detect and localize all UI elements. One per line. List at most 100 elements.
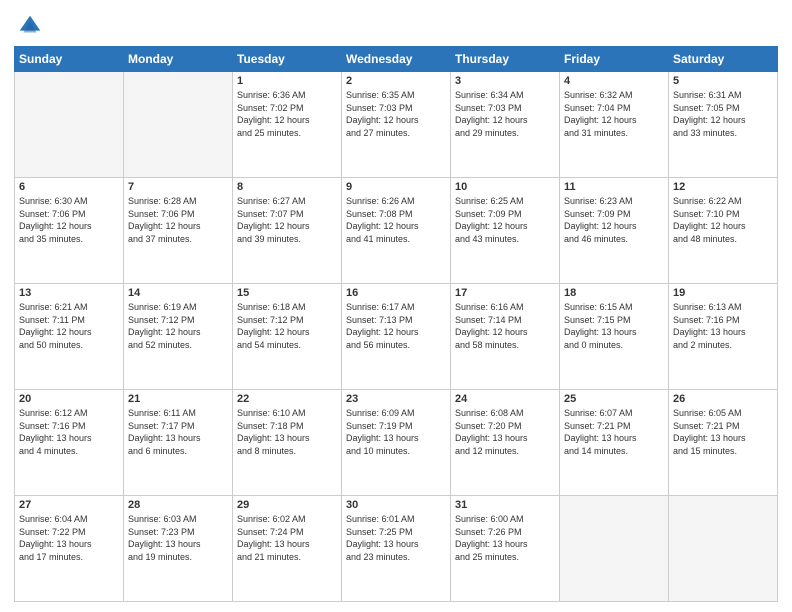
day-number: 24 bbox=[455, 393, 555, 405]
calendar-header-row: SundayMondayTuesdayWednesdayThursdayFrid… bbox=[15, 47, 778, 72]
day-number: 31 bbox=[455, 499, 555, 511]
logo bbox=[14, 12, 44, 40]
calendar-cell bbox=[669, 496, 778, 602]
day-number: 28 bbox=[128, 499, 228, 511]
day-number: 25 bbox=[564, 393, 664, 405]
day-number: 13 bbox=[19, 287, 119, 299]
calendar-cell: 28 Sunrise: 6:03 AM Sunset: 7:23 PM Dayli… bbox=[124, 496, 233, 602]
calendar-day-header: Monday bbox=[124, 47, 233, 72]
calendar-week-row: 20 Sunrise: 6:12 AM Sunset: 7:16 PM Dayli… bbox=[15, 390, 778, 496]
calendar-body: 1 Sunrise: 6:36 AM Sunset: 7:02 PM Daylig… bbox=[15, 72, 778, 602]
day-number: 22 bbox=[237, 393, 337, 405]
day-number: 1 bbox=[237, 75, 337, 87]
calendar-cell: 31 Sunrise: 6:00 AM Sunset: 7:26 PM Dayli… bbox=[451, 496, 560, 602]
day-number: 4 bbox=[564, 75, 664, 87]
day-number: 20 bbox=[19, 393, 119, 405]
day-info: Sunrise: 6:05 AM Sunset: 7:21 PM Dayligh… bbox=[673, 407, 773, 457]
calendar-cell: 5 Sunrise: 6:31 AM Sunset: 7:05 PM Daylig… bbox=[669, 72, 778, 178]
calendar-table: SundayMondayTuesdayWednesdayThursdayFrid… bbox=[14, 46, 778, 602]
calendar-cell: 16 Sunrise: 6:17 AM Sunset: 7:13 PM Dayli… bbox=[342, 284, 451, 390]
day-info: Sunrise: 6:28 AM Sunset: 7:06 PM Dayligh… bbox=[128, 195, 228, 245]
calendar-day-header: Saturday bbox=[669, 47, 778, 72]
day-number: 23 bbox=[346, 393, 446, 405]
day-number: 27 bbox=[19, 499, 119, 511]
day-number: 29 bbox=[237, 499, 337, 511]
calendar-cell: 8 Sunrise: 6:27 AM Sunset: 7:07 PM Daylig… bbox=[233, 178, 342, 284]
day-info: Sunrise: 6:16 AM Sunset: 7:14 PM Dayligh… bbox=[455, 301, 555, 351]
calendar-cell: 1 Sunrise: 6:36 AM Sunset: 7:02 PM Daylig… bbox=[233, 72, 342, 178]
day-info: Sunrise: 6:36 AM Sunset: 7:02 PM Dayligh… bbox=[237, 89, 337, 139]
day-number: 5 bbox=[673, 75, 773, 87]
calendar-cell bbox=[15, 72, 124, 178]
day-info: Sunrise: 6:03 AM Sunset: 7:23 PM Dayligh… bbox=[128, 513, 228, 563]
day-number: 17 bbox=[455, 287, 555, 299]
calendar-cell bbox=[124, 72, 233, 178]
calendar-cell bbox=[560, 496, 669, 602]
calendar-cell: 29 Sunrise: 6:02 AM Sunset: 7:24 PM Dayli… bbox=[233, 496, 342, 602]
calendar-cell: 3 Sunrise: 6:34 AM Sunset: 7:03 PM Daylig… bbox=[451, 72, 560, 178]
calendar-cell: 19Sunrise: 6:13 AM Sunset: 7:16 PM Dayli… bbox=[669, 284, 778, 390]
calendar-cell: 23 Sunrise: 6:09 AM Sunset: 7:19 PM Dayli… bbox=[342, 390, 451, 496]
day-info: Sunrise: 6:34 AM Sunset: 7:03 PM Dayligh… bbox=[455, 89, 555, 139]
calendar-cell: 20 Sunrise: 6:12 AM Sunset: 7:16 PM Dayli… bbox=[15, 390, 124, 496]
calendar-day-header: Friday bbox=[560, 47, 669, 72]
day-number: 3 bbox=[455, 75, 555, 87]
day-info: Sunrise: 6:18 AM Sunset: 7:12 PM Dayligh… bbox=[237, 301, 337, 351]
day-number: 21 bbox=[128, 393, 228, 405]
calendar-cell: 24 Sunrise: 6:08 AM Sunset: 7:20 PM Dayli… bbox=[451, 390, 560, 496]
day-number: 6 bbox=[19, 181, 119, 193]
day-info: Sunrise: 6:08 AM Sunset: 7:20 PM Dayligh… bbox=[455, 407, 555, 457]
day-info: Sunrise: 6:27 AM Sunset: 7:07 PM Dayligh… bbox=[237, 195, 337, 245]
day-info: Sunrise: 6:35 AM Sunset: 7:03 PM Dayligh… bbox=[346, 89, 446, 139]
calendar-cell: 25 Sunrise: 6:07 AM Sunset: 7:21 PM Dayli… bbox=[560, 390, 669, 496]
calendar-cell: 18 Sunrise: 6:15 AM Sunset: 7:15 PM Dayli… bbox=[560, 284, 669, 390]
day-info: Sunrise: 6:01 AM Sunset: 7:25 PM Dayligh… bbox=[346, 513, 446, 563]
calendar-week-row: 6Sunrise: 6:30 AM Sunset: 7:06 PM Daylig… bbox=[15, 178, 778, 284]
day-info: Sunrise: 6:12 AM Sunset: 7:16 PM Dayligh… bbox=[19, 407, 119, 457]
calendar-day-header: Sunday bbox=[15, 47, 124, 72]
calendar-cell: 14 Sunrise: 6:19 AM Sunset: 7:12 PM Dayli… bbox=[124, 284, 233, 390]
day-number: 15 bbox=[237, 287, 337, 299]
day-info: Sunrise: 6:00 AM Sunset: 7:26 PM Dayligh… bbox=[455, 513, 555, 563]
calendar-cell: 12Sunrise: 6:22 AM Sunset: 7:10 PM Dayli… bbox=[669, 178, 778, 284]
calendar-day-header: Thursday bbox=[451, 47, 560, 72]
calendar-cell: 9 Sunrise: 6:26 AM Sunset: 7:08 PM Daylig… bbox=[342, 178, 451, 284]
calendar-week-row: 1 Sunrise: 6:36 AM Sunset: 7:02 PM Daylig… bbox=[15, 72, 778, 178]
day-number: 8 bbox=[237, 181, 337, 193]
day-info: Sunrise: 6:11 AM Sunset: 7:17 PM Dayligh… bbox=[128, 407, 228, 457]
day-info: Sunrise: 6:31 AM Sunset: 7:05 PM Dayligh… bbox=[673, 89, 773, 139]
day-info: Sunrise: 6:25 AM Sunset: 7:09 PM Dayligh… bbox=[455, 195, 555, 245]
calendar-cell: 10Sunrise: 6:25 AM Sunset: 7:09 PM Dayli… bbox=[451, 178, 560, 284]
day-info: Sunrise: 6:07 AM Sunset: 7:21 PM Dayligh… bbox=[564, 407, 664, 457]
day-number: 18 bbox=[564, 287, 664, 299]
logo-icon bbox=[16, 12, 44, 40]
calendar-cell: 30Sunrise: 6:01 AM Sunset: 7:25 PM Dayli… bbox=[342, 496, 451, 602]
day-info: Sunrise: 6:13 AM Sunset: 7:16 PM Dayligh… bbox=[673, 301, 773, 351]
day-number: 2 bbox=[346, 75, 446, 87]
day-info: Sunrise: 6:09 AM Sunset: 7:19 PM Dayligh… bbox=[346, 407, 446, 457]
day-info: Sunrise: 6:10 AM Sunset: 7:18 PM Dayligh… bbox=[237, 407, 337, 457]
calendar-cell: 11Sunrise: 6:23 AM Sunset: 7:09 PM Dayli… bbox=[560, 178, 669, 284]
page: SundayMondayTuesdayWednesdayThursdayFrid… bbox=[0, 0, 792, 612]
day-number: 14 bbox=[128, 287, 228, 299]
day-number: 16 bbox=[346, 287, 446, 299]
day-info: Sunrise: 6:02 AM Sunset: 7:24 PM Dayligh… bbox=[237, 513, 337, 563]
day-info: Sunrise: 6:21 AM Sunset: 7:11 PM Dayligh… bbox=[19, 301, 119, 351]
calendar-cell: 22 Sunrise: 6:10 AM Sunset: 7:18 PM Dayli… bbox=[233, 390, 342, 496]
calendar-day-header: Tuesday bbox=[233, 47, 342, 72]
day-number: 26 bbox=[673, 393, 773, 405]
calendar-week-row: 27Sunrise: 6:04 AM Sunset: 7:22 PM Dayli… bbox=[15, 496, 778, 602]
day-info: Sunrise: 6:19 AM Sunset: 7:12 PM Dayligh… bbox=[128, 301, 228, 351]
calendar-cell: 27Sunrise: 6:04 AM Sunset: 7:22 PM Dayli… bbox=[15, 496, 124, 602]
day-info: Sunrise: 6:32 AM Sunset: 7:04 PM Dayligh… bbox=[564, 89, 664, 139]
calendar-week-row: 13 Sunrise: 6:21 AM Sunset: 7:11 PM Dayli… bbox=[15, 284, 778, 390]
calendar-cell: 21 Sunrise: 6:11 AM Sunset: 7:17 PM Dayli… bbox=[124, 390, 233, 496]
day-number: 9 bbox=[346, 181, 446, 193]
calendar-cell: 17 Sunrise: 6:16 AM Sunset: 7:14 PM Dayli… bbox=[451, 284, 560, 390]
day-info: Sunrise: 6:15 AM Sunset: 7:15 PM Dayligh… bbox=[564, 301, 664, 351]
calendar-cell: 26 Sunrise: 6:05 AM Sunset: 7:21 PM Dayli… bbox=[669, 390, 778, 496]
calendar-cell: 7Sunrise: 6:28 AM Sunset: 7:06 PM Daylig… bbox=[124, 178, 233, 284]
day-info: Sunrise: 6:26 AM Sunset: 7:08 PM Dayligh… bbox=[346, 195, 446, 245]
day-info: Sunrise: 6:22 AM Sunset: 7:10 PM Dayligh… bbox=[673, 195, 773, 245]
day-info: Sunrise: 6:17 AM Sunset: 7:13 PM Dayligh… bbox=[346, 301, 446, 351]
